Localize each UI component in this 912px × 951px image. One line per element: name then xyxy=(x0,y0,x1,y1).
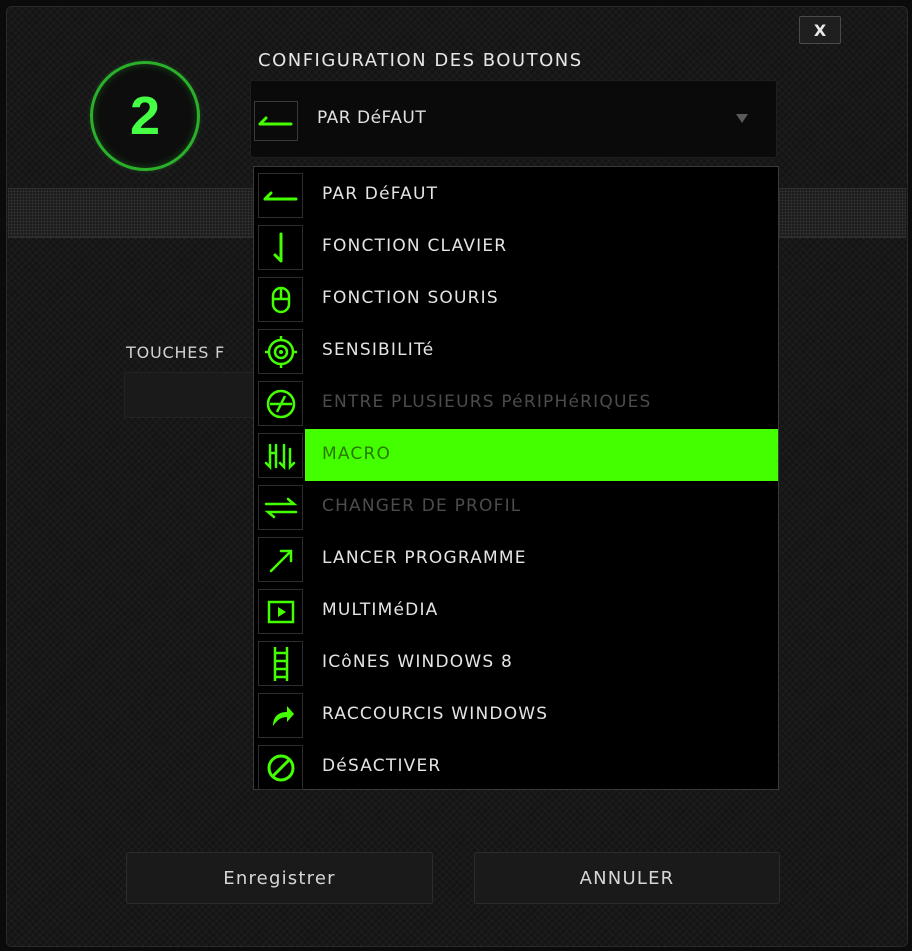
menu-item-label: MULTIMéDIA xyxy=(322,600,439,620)
function-dropdown-menu: PAR DéFAUT FONCTION CLAVIER FONCTION SOU… xyxy=(253,166,779,790)
button-function-select[interactable]: PAR DéFAUT xyxy=(250,80,777,158)
button-number-badge: 2 xyxy=(90,61,200,171)
menu-item-label: FONCTION CLAVIER xyxy=(322,236,508,256)
menu-item-raccourcis-windows[interactable]: RACCOURCIS WINDOWS xyxy=(254,689,778,741)
macro-icon xyxy=(258,433,303,478)
launch-icon xyxy=(258,537,303,582)
background-input[interactable] xyxy=(124,372,266,418)
shortcut-icon xyxy=(258,693,303,738)
save-button[interactable]: Enregistrer xyxy=(126,852,433,904)
menu-item-macro[interactable]: MACRO xyxy=(254,429,778,481)
mouse-icon xyxy=(258,277,303,322)
arrow-left-icon xyxy=(258,173,303,218)
menu-item-label: CHANGER DE PROFIL xyxy=(322,496,522,516)
menu-item-lancer-programme[interactable]: LANCER PROGRAMME xyxy=(254,533,778,585)
arrow-left-icon xyxy=(254,101,298,141)
menu-item-sensibilite[interactable]: SENSIBILITé xyxy=(254,325,778,377)
menu-item-changer-profil[interactable]: CHANGER DE PROFIL xyxy=(254,481,778,533)
inter-device-icon xyxy=(258,381,303,426)
menu-item-fonction-souris[interactable]: FONCTION SOURIS xyxy=(254,273,778,325)
section-title: CONFIGURATION DES BOUTONS xyxy=(258,50,583,71)
menu-item-label: DéSACTIVER xyxy=(322,756,442,776)
menu-item-desactiver[interactable]: DéSACTIVER xyxy=(254,741,778,793)
menu-item-par-defaut[interactable]: PAR DéFAUT xyxy=(254,169,778,221)
play-icon xyxy=(258,589,303,634)
menu-item-label: RACCOURCIS WINDOWS xyxy=(322,704,549,724)
windows8-icon xyxy=(258,641,303,686)
menu-item-label: PAR DéFAUT xyxy=(322,184,439,204)
menu-item-label: LANCER PROGRAMME xyxy=(322,548,527,568)
close-button[interactable]: X xyxy=(799,16,841,44)
menu-item-fonction-clavier[interactable]: FONCTION CLAVIER xyxy=(254,221,778,273)
chevron-down-icon xyxy=(736,114,748,123)
menu-item-label: MACRO xyxy=(322,444,392,464)
menu-item-inter-device[interactable]: ENTRE PLUSIEURS PéRIPHéRIQUES xyxy=(254,377,778,429)
menu-item-multimedia[interactable]: MULTIMéDIA xyxy=(254,585,778,637)
menu-item-windows8[interactable]: ICôNES WINDOWS 8 xyxy=(254,637,778,689)
key-down-icon xyxy=(258,225,303,270)
menu-item-label: ENTRE PLUSIEURS PéRIPHéRIQUES xyxy=(322,392,652,412)
background-field-label: TOUCHES F xyxy=(126,343,226,362)
menu-item-label: SENSIBILITé xyxy=(322,340,435,360)
disable-icon xyxy=(258,745,303,790)
menu-item-label: FONCTION SOURIS xyxy=(322,288,499,308)
target-icon xyxy=(258,329,303,374)
menu-item-label: ICôNES WINDOWS 8 xyxy=(322,652,513,672)
cancel-button[interactable]: ANNULER xyxy=(474,852,780,904)
switch-profile-icon xyxy=(258,485,303,530)
select-value: PAR DéFAUT xyxy=(317,108,427,128)
